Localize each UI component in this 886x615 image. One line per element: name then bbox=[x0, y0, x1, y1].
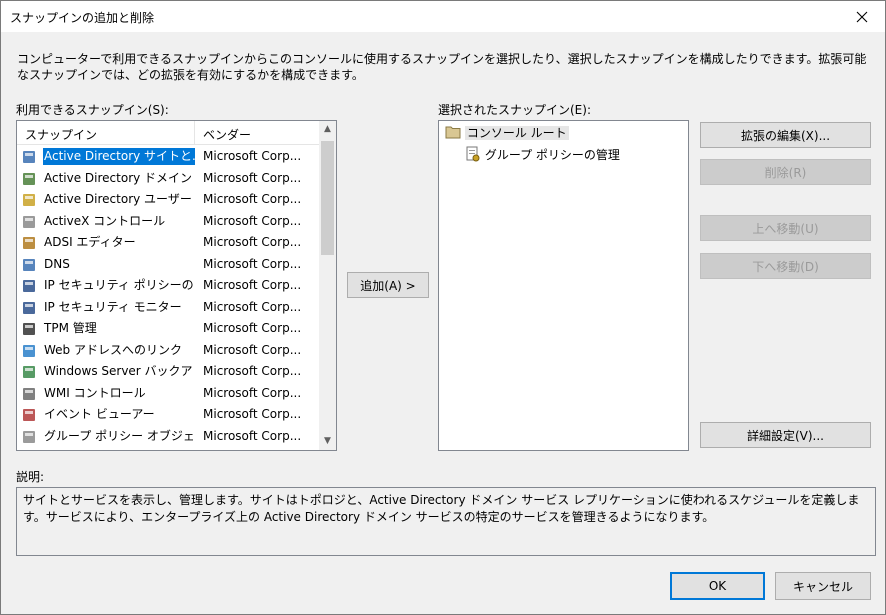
vertical-scrollbar[interactable]: ▲ ▼ bbox=[319, 121, 336, 450]
group-policy-management-icon bbox=[466, 146, 480, 162]
add-remove-snapins-dialog: スナップインの追加と削除 コンピューターで利用できるスナップインからこのコンソー… bbox=[0, 0, 886, 615]
snapin-vendor: Microsoft Corp... bbox=[203, 149, 302, 163]
snapin-name: Windows Server バックア... bbox=[44, 364, 193, 378]
add-button[interactable]: 追加(A) > bbox=[347, 272, 429, 298]
snapin-vendor: Microsoft Corp... bbox=[203, 428, 302, 443]
title-bar: スナップインの追加と削除 bbox=[1, 1, 885, 32]
snapin-vendor: Microsoft Corp... bbox=[203, 407, 302, 421]
tree-item-gpmc[interactable]: グループ ポリシーの管理 bbox=[465, 146, 620, 163]
ipsec-policy-icon bbox=[21, 278, 37, 294]
snapin-row[interactable]: WMI コントロール Microsoft Corp... bbox=[17, 383, 320, 405]
event-viewer-icon bbox=[21, 407, 37, 423]
snapin-row[interactable]: ActiveX コントロール Microsoft Corp... bbox=[17, 211, 320, 233]
gpmc-label: グループ ポリシーの管理 bbox=[484, 148, 620, 162]
snapin-row[interactable]: Active Directory サイトと... Microsoft Corp..… bbox=[17, 146, 320, 168]
snapin-vendor: Microsoft Corp... bbox=[203, 278, 302, 292]
ad-users-icon bbox=[21, 192, 37, 208]
backup-icon bbox=[21, 364, 37, 380]
column-header-snapin[interactable]: スナップイン bbox=[25, 126, 97, 143]
close-icon bbox=[856, 11, 868, 22]
wmi-icon bbox=[21, 386, 37, 402]
snapin-vendor: Microsoft Corp... bbox=[203, 385, 302, 400]
snapin-name: TPM 管理 bbox=[44, 321, 97, 335]
intro-text: コンピューターで利用できるスナップインからこのコンソールに使用するスナップインを… bbox=[17, 52, 867, 82]
column-divider[interactable] bbox=[194, 121, 195, 145]
ok-button[interactable]: OK bbox=[670, 572, 765, 600]
snapin-name: Active Directory ユーザー... bbox=[44, 192, 193, 206]
snapin-name: イベント ビューアー bbox=[44, 407, 155, 421]
snapin-rows: Active Directory サイトと... Microsoft Corp..… bbox=[17, 146, 320, 447]
snapin-name: IP セキュリティ モニター bbox=[44, 299, 182, 314]
snapin-row[interactable]: Active Directory ユーザー... Microsoft Corp..… bbox=[17, 189, 320, 211]
snapin-row[interactable]: ADSI エディター Microsoft Corp... bbox=[17, 232, 320, 254]
scroll-down-arrow-icon[interactable]: ▼ bbox=[319, 433, 336, 450]
snapin-vendor: Microsoft Corp... bbox=[203, 170, 302, 185]
snapin-row[interactable]: Active Directory ドメイン... Microsoft Corp..… bbox=[17, 168, 320, 190]
dns-icon bbox=[21, 257, 37, 273]
snapin-name: Active Directory サイトと... bbox=[43, 148, 195, 165]
move-up-button[interactable]: 上へ移動(U) bbox=[700, 215, 871, 241]
adsi-edit-icon bbox=[21, 235, 37, 251]
close-button[interactable] bbox=[839, 1, 885, 32]
list-header: スナップイン ベンダー bbox=[17, 121, 320, 145]
snapin-row[interactable]: IP セキュリティ モニター Microsoft Corp... bbox=[17, 297, 320, 319]
scrollbar-thumb[interactable] bbox=[321, 141, 334, 255]
web-link-icon bbox=[21, 343, 37, 359]
edit-extensions-button[interactable]: 拡張の編集(X)... bbox=[700, 122, 871, 148]
selected-snapins-label: 選択されたスナップイン(E): bbox=[438, 103, 591, 117]
snapin-name: ActiveX コントロール bbox=[44, 213, 166, 228]
ad-domains-icon bbox=[21, 171, 37, 187]
snapin-vendor: Microsoft Corp... bbox=[203, 321, 302, 335]
snapin-name: Web アドレスへのリンク bbox=[44, 342, 182, 357]
description-text: サイトとサービスを表示し、管理します。サイトはトポロジと、Active Dire… bbox=[16, 487, 876, 556]
snapin-name: IP セキュリティ ポリシーの管... bbox=[44, 278, 193, 292]
snapin-name: WMI コントロール bbox=[44, 385, 146, 400]
scroll-up-arrow-icon[interactable]: ▲ bbox=[319, 121, 336, 138]
description-label: 説明: bbox=[16, 470, 45, 484]
available-snapins-label: 利用できるスナップイン(S): bbox=[16, 103, 169, 117]
snapin-row[interactable]: イベント ビューアー Microsoft Corp... bbox=[17, 404, 320, 426]
snapin-vendor: Microsoft Corp... bbox=[203, 213, 302, 228]
snapin-vendor: Microsoft Corp... bbox=[203, 192, 302, 206]
advanced-button[interactable]: 詳細設定(V)... bbox=[700, 422, 871, 448]
snapin-vendor: Microsoft Corp... bbox=[203, 364, 302, 378]
snapin-name: ADSI エディター bbox=[44, 235, 136, 249]
cancel-button[interactable]: キャンセル bbox=[775, 572, 871, 600]
snapin-vendor: Microsoft Corp... bbox=[203, 299, 302, 314]
snapin-row[interactable]: DNS Microsoft Corp... bbox=[17, 254, 320, 276]
snapin-name: グループ ポリシー オブジェク... bbox=[44, 428, 193, 443]
snapin-vendor: Microsoft Corp... bbox=[203, 256, 302, 271]
snapin-name: Active Directory ドメイン... bbox=[44, 170, 193, 185]
tree-item-console-root[interactable]: コンソール ルート bbox=[445, 124, 569, 141]
snapin-vendor: Microsoft Corp... bbox=[203, 342, 302, 357]
remove-button[interactable]: 削除(R) bbox=[700, 159, 871, 185]
folder-icon bbox=[445, 126, 461, 139]
snapin-row[interactable]: グループ ポリシー オブジェク... Microsoft Corp... bbox=[17, 426, 320, 448]
snapin-row[interactable]: TPM 管理 Microsoft Corp... bbox=[17, 318, 320, 340]
ad-sites-icon bbox=[21, 149, 37, 165]
snapin-row[interactable]: IP セキュリティ ポリシーの管... Microsoft Corp... bbox=[17, 275, 320, 297]
console-root-label: コンソール ルート bbox=[464, 126, 569, 140]
move-down-button[interactable]: 下へ移動(D) bbox=[700, 253, 871, 279]
snapin-vendor: Microsoft Corp... bbox=[203, 235, 302, 249]
snapin-name: DNS bbox=[44, 256, 70, 271]
snapin-row[interactable]: Windows Server バックア... Microsoft Corp... bbox=[17, 361, 320, 383]
selected-snapins-tree[interactable]: コンソール ルート グループ ポリシーの管理 bbox=[438, 120, 689, 451]
snapin-row[interactable]: Web アドレスへのリンク Microsoft Corp... bbox=[17, 340, 320, 362]
activex-icon bbox=[21, 214, 37, 230]
ipsec-monitor-icon bbox=[21, 300, 37, 316]
column-header-vendor[interactable]: ベンダー bbox=[203, 126, 251, 143]
available-snapins-list[interactable]: スナップイン ベンダー Active Directory サイトと... Micr… bbox=[16, 120, 337, 451]
gpo-icon bbox=[21, 429, 37, 445]
window-title: スナップインの追加と削除 bbox=[10, 11, 155, 25]
tpm-icon bbox=[21, 321, 37, 337]
